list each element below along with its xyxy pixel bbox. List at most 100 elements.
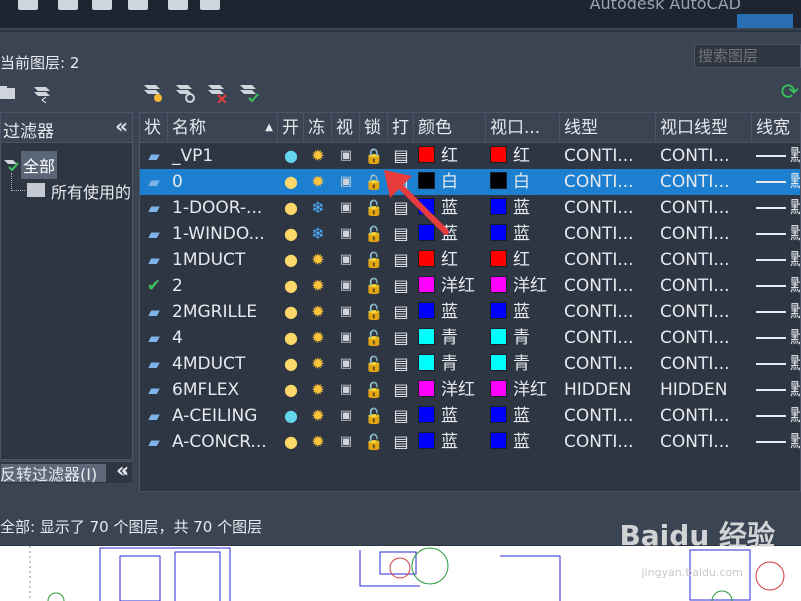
open-file-icon[interactable]: [58, 0, 78, 10]
layer-name[interactable]: 4MDUCT: [168, 351, 278, 377]
lineweight[interactable]: 默: [752, 351, 800, 377]
viewport-color[interactable]: 蓝: [486, 221, 560, 247]
printer-icon[interactable]: ▤: [388, 195, 414, 221]
viewport-freeze-icon[interactable]: ▣: [332, 429, 360, 455]
column-header[interactable]: 冻: [304, 113, 332, 143]
linetype[interactable]: CONTI...: [560, 273, 656, 299]
lightbulb-icon[interactable]: ●: [278, 325, 304, 351]
viewport-linetype[interactable]: CONTI...: [656, 247, 752, 273]
viewport-color[interactable]: 洋红: [486, 377, 560, 403]
sun-icon[interactable]: ✹: [304, 351, 332, 377]
linetype[interactable]: CONTI...: [560, 195, 656, 221]
layer-name[interactable]: 4: [168, 325, 278, 351]
search-layers-input[interactable]: [694, 44, 801, 68]
layer-color[interactable]: 蓝: [414, 195, 486, 221]
layer-color[interactable]: 蓝: [414, 299, 486, 325]
viewport-color[interactable]: 白: [486, 169, 560, 195]
save-icon[interactable]: [92, 0, 112, 10]
column-header[interactable]: 视口...: [486, 113, 560, 143]
printer-icon[interactable]: ▤: [388, 377, 414, 403]
linetype[interactable]: CONTI...: [560, 403, 656, 429]
viewport-color[interactable]: 青: [486, 325, 560, 351]
lock-open-icon[interactable]: 🔓: [360, 273, 388, 299]
printer-icon[interactable]: ▤: [388, 273, 414, 299]
layer-name[interactable]: 1MDUCT: [168, 247, 278, 273]
lock-closed-icon[interactable]: 🔒: [360, 143, 388, 169]
layer-name[interactable]: 0: [168, 169, 278, 195]
layer-color[interactable]: 蓝: [414, 429, 486, 455]
viewport-linetype[interactable]: CONTI...: [656, 143, 752, 169]
lightbulb-icon[interactable]: ●: [278, 143, 304, 169]
sun-icon[interactable]: ✹: [304, 429, 332, 455]
sun-icon[interactable]: ✹: [304, 247, 332, 273]
printer-icon[interactable]: ▤: [388, 169, 414, 195]
lightbulb-icon[interactable]: ●: [278, 195, 304, 221]
layer-row[interactable]: ▰ 0●✹▣🔒▤ 白 白 CONTI...CONTI... 默: [140, 169, 800, 195]
collapse-filter-button[interactable]: «: [115, 114, 128, 138]
viewport-freeze-icon[interactable]: ▣: [332, 377, 360, 403]
column-header[interactable]: 视口线型: [656, 113, 752, 143]
viewport-linetype[interactable]: CONTI...: [656, 299, 752, 325]
lineweight[interactable]: 默: [752, 299, 800, 325]
column-header[interactable]: 打: [388, 113, 414, 143]
lock-open-icon[interactable]: 🔓: [360, 377, 388, 403]
layer-row[interactable]: ▰ 6MFLEX●✹▣🔓▤ 洋红 洋红 HIDDENHIDDEN 默: [140, 377, 800, 403]
layer-name[interactable]: 2MGRILLE: [168, 299, 278, 325]
set-current-icon[interactable]: [238, 81, 260, 103]
lock-open-icon[interactable]: 🔓: [360, 221, 388, 247]
sun-icon[interactable]: ✹: [304, 325, 332, 351]
column-header[interactable]: 开: [278, 113, 304, 143]
viewport-color[interactable]: 青: [486, 351, 560, 377]
lightbulb-icon[interactable]: ●: [278, 429, 304, 455]
undo-icon[interactable]: [200, 0, 220, 10]
printer-icon[interactable]: ▤: [388, 429, 414, 455]
layer-color[interactable]: 洋红: [414, 273, 486, 299]
linetype[interactable]: CONTI...: [560, 351, 656, 377]
column-header[interactable]: 颜色: [414, 113, 486, 143]
layer-color[interactable]: 蓝: [414, 221, 486, 247]
printer-icon[interactable]: ▤: [388, 247, 414, 273]
linetype[interactable]: CONTI...: [560, 247, 656, 273]
lineweight[interactable]: 默: [752, 429, 800, 455]
lineweight[interactable]: 默: [752, 325, 800, 351]
column-header[interactable]: 状: [140, 113, 168, 143]
lineweight[interactable]: 默: [752, 143, 800, 169]
layer-row[interactable]: ▰ 4●✹▣🔓▤ 青 青 CONTI...CONTI... 默: [140, 325, 800, 351]
column-header[interactable]: 线型: [560, 113, 656, 143]
save-as-icon[interactable]: [128, 0, 148, 10]
layer-row[interactable]: ▰ A-CONCR...●✹▣🔓▤ 蓝 蓝 CONTI...CONTI... 默: [140, 429, 800, 455]
viewport-color[interactable]: 蓝: [486, 299, 560, 325]
lightbulb-icon[interactable]: ●: [278, 169, 304, 195]
viewport-color[interactable]: 蓝: [486, 429, 560, 455]
viewport-color[interactable]: 洋红: [486, 273, 560, 299]
lineweight[interactable]: 默: [752, 169, 800, 195]
linetype[interactable]: CONTI...: [560, 429, 656, 455]
sun-icon[interactable]: ✹: [304, 169, 332, 195]
viewport-color[interactable]: 红: [486, 247, 560, 273]
sun-icon[interactable]: ✹: [304, 143, 332, 169]
lightbulb-icon[interactable]: ●: [278, 247, 304, 273]
lightbulb-icon[interactable]: ●: [278, 299, 304, 325]
snowflake-icon[interactable]: ❄: [304, 195, 332, 221]
lightbulb-icon[interactable]: ●: [278, 221, 304, 247]
new-layer-vp-frozen-icon[interactable]: [174, 81, 196, 103]
lock-open-icon[interactable]: 🔓: [360, 351, 388, 377]
sun-icon[interactable]: ✹: [304, 273, 332, 299]
viewport-freeze-icon[interactable]: ▣: [332, 403, 360, 429]
lock-open-icon[interactable]: 🔓: [360, 195, 388, 221]
layer-color[interactable]: 白: [414, 169, 486, 195]
layer-name[interactable]: _VP1: [168, 143, 278, 169]
viewport-linetype[interactable]: HIDDEN: [656, 377, 752, 403]
layer-color[interactable]: 红: [414, 247, 486, 273]
layer-row[interactable]: ▰ 1-WINDO...●❄▣🔓▤ 蓝 蓝 CONTI...CONTI... 默: [140, 221, 800, 247]
tree-item-all-used[interactable]: 所有使用的图层: [25, 179, 132, 203]
viewport-linetype[interactable]: CONTI...: [656, 169, 752, 195]
lineweight[interactable]: 默: [752, 377, 800, 403]
layer-color[interactable]: 蓝: [414, 403, 486, 429]
viewport-linetype[interactable]: CONTI...: [656, 221, 752, 247]
layer-color[interactable]: 洋红: [414, 377, 486, 403]
column-header[interactable]: 线宽: [752, 113, 800, 143]
printer-icon[interactable]: ▤: [388, 325, 414, 351]
viewport-linetype[interactable]: CONTI...: [656, 403, 752, 429]
layer-row[interactable]: ▰ 2MGRILLE●✹▣🔓▤ 蓝 蓝 CONTI...CONTI... 默: [140, 299, 800, 325]
